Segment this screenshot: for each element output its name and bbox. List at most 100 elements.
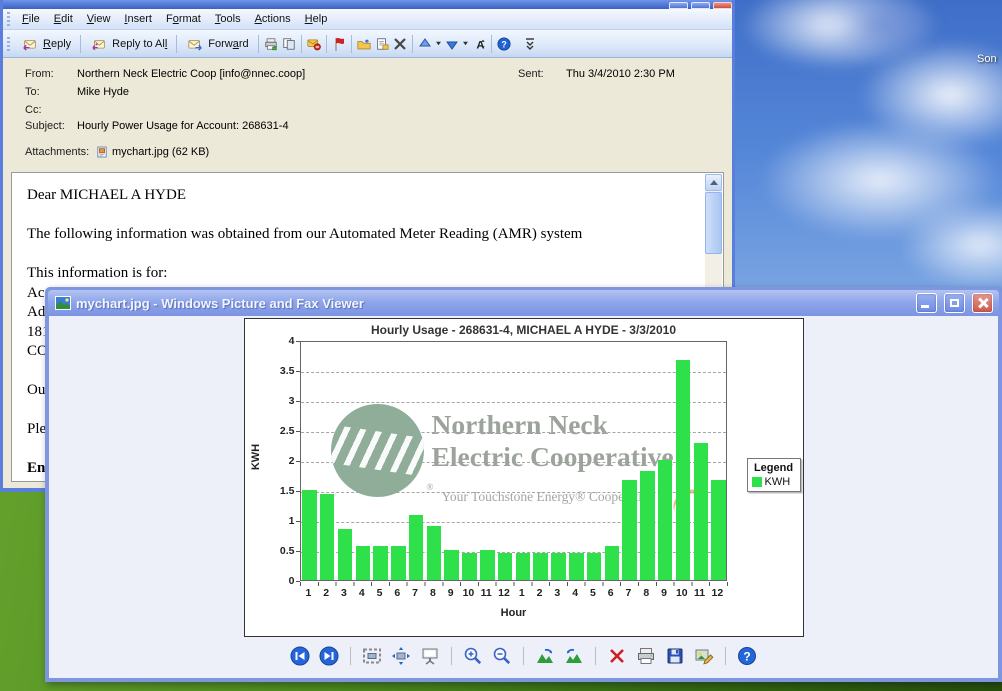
registered-mark: ® [427, 482, 434, 492]
attachments-label: Attachments: [25, 146, 95, 158]
bar-hour-4-am [356, 546, 371, 580]
scrollbar-thumb[interactable] [705, 192, 722, 254]
best-fit-icon[interactable] [362, 646, 382, 666]
desktop-icon-label[interactable]: Son [977, 53, 997, 65]
legend-label: KWH [765, 476, 791, 488]
legend-title: Legend [752, 462, 796, 474]
rotate-counterclockwise-icon[interactable] [564, 646, 584, 666]
dropdown-caret-icon[interactable] [434, 36, 443, 52]
email-titlebar[interactable] [3, 0, 732, 9]
plot-area: ® Northern Neck Electric Cooperative You… [300, 341, 727, 581]
font-size-icon[interactable]: A [470, 36, 488, 52]
bar-hour-1-pm [516, 553, 531, 580]
print-icon[interactable] [636, 646, 656, 666]
y-tick-label: 3.5 [263, 365, 295, 377]
print-icon[interactable] [262, 36, 280, 52]
reply-to-all-label: Reply to All [112, 38, 167, 50]
x-tick-label: 1 [513, 587, 531, 599]
zoom-in-icon[interactable] [463, 646, 483, 666]
legend-swatch-icon [752, 477, 762, 487]
flag-icon[interactable] [330, 36, 348, 52]
bar-hour-8-pm [640, 471, 655, 580]
close-button[interactable] [972, 293, 993, 313]
reply-button[interactable]: Reply [15, 34, 77, 54]
delete-icon[interactable] [391, 36, 409, 52]
separator [350, 647, 351, 665]
menu-item-tools[interactable]: Tools [208, 10, 248, 28]
menu-item-file[interactable]: File [15, 10, 47, 28]
bar-hour-9-pm [658, 460, 673, 580]
separator [491, 35, 492, 53]
zoom-out-icon[interactable] [492, 646, 512, 666]
bar-hour-8-am [427, 526, 442, 580]
separator [451, 647, 452, 665]
x-tick-label: 9 [442, 587, 460, 599]
viewer-titlebar[interactable]: mychart.jpg - Windows Picture and Fax Vi… [48, 290, 999, 316]
forward-label: Forward [208, 38, 248, 50]
bar-hour-7-am [409, 515, 424, 580]
bar-hour-11-am [480, 550, 495, 580]
x-tick-label: 9 [655, 587, 673, 599]
dropdown-caret-icon[interactable] [461, 36, 470, 52]
x-tick-label: 3 [548, 587, 566, 599]
delete-icon[interactable] [607, 646, 627, 666]
previous-image-icon[interactable] [290, 646, 310, 666]
subject-label: Subject: [25, 120, 77, 132]
x-tick-label: 11 [691, 587, 709, 599]
attachment-name[interactable]: mychart.jpg (62 KB) [112, 146, 209, 158]
bar-hour-3-pm [551, 553, 566, 580]
bar-hour-9-am [444, 550, 459, 580]
x-tick-label: 8 [637, 587, 655, 599]
separator [351, 35, 352, 53]
next-image-icon[interactable] [319, 646, 339, 666]
viewer-toolbar: ? [49, 644, 998, 668]
separator [258, 35, 259, 53]
previous-item-icon[interactable] [416, 36, 434, 52]
bar-hour-12-pm [711, 480, 726, 580]
maximize-icon [950, 299, 959, 307]
minimize-button[interactable] [916, 293, 937, 313]
y-axis-label: KWH [250, 444, 262, 470]
subject-value: Hourly Power Usage for Account: 268631-4 [77, 120, 289, 132]
menu-item-edit[interactable]: Edit [47, 10, 80, 28]
forward-envelope-icon [186, 36, 204, 52]
reply-to-all-button[interactable]: Reply to All [84, 34, 173, 54]
x-tick-label: 5 [584, 587, 602, 599]
menu-item-format[interactable]: Format [159, 10, 208, 28]
slideshow-icon[interactable] [420, 646, 440, 666]
create-rule-icon[interactable] [373, 36, 391, 52]
junk-mail-icon[interactable] [305, 36, 323, 52]
email-body-line: Dear MICHAEL A HYDE [27, 186, 689, 206]
bar-hour-6-am [391, 546, 406, 580]
menu-item-view[interactable]: View [80, 10, 118, 28]
y-tick-label: 3 [263, 395, 295, 407]
rotate-clockwise-icon[interactable] [535, 646, 555, 666]
reply-label: Reply [43, 38, 71, 50]
move-to-folder-icon[interactable] [355, 36, 373, 52]
y-tick-label: 1 [263, 515, 295, 527]
edit-icon[interactable] [694, 646, 714, 666]
next-item-icon[interactable] [443, 36, 461, 52]
close-button[interactable] [713, 2, 732, 9]
minimize-button[interactable] [669, 2, 688, 9]
maximize-button[interactable] [691, 2, 710, 9]
menu-item-help[interactable]: Help [298, 10, 335, 28]
save-icon[interactable] [665, 646, 685, 666]
separator [301, 35, 302, 53]
bar-hour-7-pm [622, 480, 637, 580]
help-icon[interactable]: ? [737, 646, 757, 666]
y-tick-label: 1.5 [263, 485, 295, 497]
x-tick-label: 6 [388, 587, 406, 599]
x-tick-label: 8 [424, 587, 442, 599]
separator [523, 647, 524, 665]
scroll-up-button[interactable] [705, 174, 722, 191]
menu-item-insert[interactable]: Insert [117, 10, 159, 28]
actual-size-icon[interactable] [391, 646, 411, 666]
maximize-button[interactable] [944, 293, 965, 313]
to-label: To: [25, 86, 77, 98]
forward-button[interactable]: Forward [180, 34, 254, 54]
help-icon[interactable]: ? [495, 36, 513, 52]
toolbar-options-chevron-icon[interactable] [521, 36, 539, 52]
menu-item-actions[interactable]: Actions [248, 10, 298, 28]
copy-icon[interactable] [280, 36, 298, 52]
